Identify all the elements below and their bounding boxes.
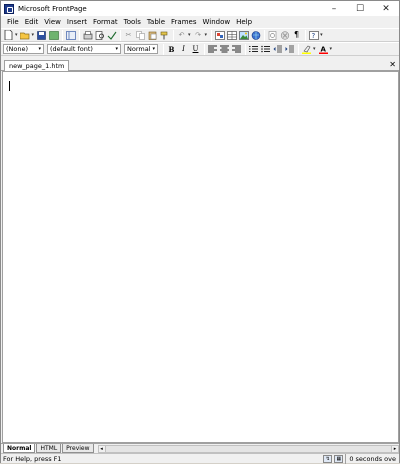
font-size-select-value: Normal: [127, 45, 151, 53]
maximize-button[interactable]: ☐: [347, 1, 373, 16]
underline-icon[interactable]: U: [190, 44, 201, 55]
spelling-icon[interactable]: [106, 30, 117, 41]
publish-icon[interactable]: [48, 30, 59, 41]
font-size-select[interactable]: Normal ▾: [124, 44, 158, 54]
menu-tools[interactable]: Tools: [121, 18, 144, 26]
font-select-value: (default font): [50, 45, 93, 53]
close-document-icon[interactable]: ✕: [389, 59, 396, 71]
highlight-dropdown-icon[interactable]: ▾: [313, 46, 316, 52]
font-color-icon[interactable]: A: [318, 44, 329, 55]
view-tabs: Normal HTML Preview ◂ ▸: [1, 443, 399, 453]
open-dropdown-icon[interactable]: ▾: [32, 32, 35, 38]
open-icon[interactable]: [20, 30, 31, 41]
menu-insert[interactable]: Insert: [64, 18, 90, 26]
style-select-value: (None): [6, 45, 29, 53]
undo-icon[interactable]: ↶: [176, 30, 187, 41]
menu-table[interactable]: Table: [144, 18, 168, 26]
scroll-right-icon[interactable]: ▸: [391, 444, 399, 453]
minimize-button[interactable]: –: [321, 1, 347, 16]
redo-icon[interactable]: ↷: [193, 30, 204, 41]
menu-view[interactable]: View: [41, 18, 64, 26]
help-dropdown-icon[interactable]: ▾: [320, 32, 323, 38]
folder-list-icon[interactable]: [65, 30, 76, 41]
print-preview-icon[interactable]: [94, 30, 105, 41]
highlight-icon[interactable]: [301, 44, 312, 55]
print-icon[interactable]: [82, 30, 93, 41]
horizontal-scrollbar[interactable]: ◂ ▸: [97, 444, 399, 453]
style-select[interactable]: (None) ▾: [3, 44, 44, 54]
bold-icon[interactable]: B: [166, 44, 177, 55]
svg-text:?: ?: [311, 32, 315, 40]
document-tab[interactable]: new_page_1.htm: [4, 60, 70, 71]
download-time-icon: ▦: [334, 454, 344, 463]
font-color-dropdown-icon[interactable]: ▾: [330, 46, 333, 52]
menu-format[interactable]: Format: [90, 18, 121, 26]
align-center-icon[interactable]: [219, 44, 230, 55]
show-all-icon[interactable]: ¶: [291, 30, 302, 41]
scroll-left-icon[interactable]: ◂: [97, 444, 106, 453]
save-icon[interactable]: [36, 30, 47, 41]
increase-indent-icon[interactable]: [284, 44, 295, 55]
bullets-icon[interactable]: [260, 44, 271, 55]
insert-component-icon[interactable]: [214, 30, 225, 41]
download-time-text: 0 seconds ove: [345, 453, 399, 464]
insert-table-icon[interactable]: [226, 30, 237, 41]
numbering-icon[interactable]: [248, 44, 259, 55]
page-editor[interactable]: [2, 71, 399, 443]
italic-icon[interactable]: I: [178, 44, 189, 55]
connection-icon: ↯: [323, 454, 333, 463]
undo-dropdown-icon[interactable]: ▾: [188, 32, 191, 38]
hyperlink-icon[interactable]: [250, 30, 261, 41]
tab-normal[interactable]: Normal: [3, 444, 36, 453]
align-right-icon[interactable]: [231, 44, 242, 55]
close-button[interactable]: ✕: [373, 1, 399, 16]
paste-icon[interactable]: [147, 30, 158, 41]
copy-icon[interactable]: [135, 30, 146, 41]
standard-toolbar: ▾ ▾ ✂ ↶ ▾ ↷ ▾ ¶ ? ▾: [1, 28, 399, 42]
formatting-toolbar: (None) ▾ (default font) ▾ Normal ▾ B I U ▾ …: [1, 42, 399, 56]
menu-frames[interactable]: Frames: [168, 18, 199, 26]
refresh-icon[interactable]: [267, 30, 278, 41]
help-icon[interactable]: ?: [308, 30, 319, 41]
menu-window[interactable]: Window: [199, 18, 233, 26]
align-left-icon[interactable]: [207, 44, 218, 55]
document-tabstrip: new_page_1.htm ✕: [1, 59, 399, 71]
stop-icon[interactable]: [279, 30, 290, 41]
title-bar: Microsoft FrontPage – ☐ ✕: [1, 1, 399, 16]
status-help-text: For Help, press F1: [3, 454, 62, 463]
frontpage-app-icon: [4, 3, 14, 14]
app-window: Microsoft FrontPage – ☐ ✕ File Edit View…: [0, 0, 400, 464]
menu-file[interactable]: File: [4, 18, 22, 26]
status-bar: For Help, press F1 ↯ ▦ 0 seconds ove: [1, 453, 399, 464]
menu-help[interactable]: Help: [233, 18, 255, 26]
format-painter-icon[interactable]: [159, 30, 170, 41]
text-cursor: [9, 81, 10, 91]
decrease-indent-icon[interactable]: [272, 44, 283, 55]
tab-preview[interactable]: Preview: [62, 444, 94, 453]
insert-picture-icon[interactable]: [238, 30, 249, 41]
window-title: Microsoft FrontPage: [18, 4, 87, 13]
svg-text:A: A: [320, 45, 326, 53]
font-select[interactable]: (default font) ▾: [47, 44, 121, 54]
menu-edit[interactable]: Edit: [22, 18, 42, 26]
menu-bar: File Edit View Insert Format Tools Table…: [1, 16, 399, 28]
new-icon[interactable]: [3, 30, 14, 41]
cut-icon[interactable]: ✂: [123, 30, 134, 41]
redo-dropdown-icon[interactable]: ▾: [205, 32, 208, 38]
new-dropdown-icon[interactable]: ▾: [15, 32, 18, 38]
tab-html[interactable]: HTML: [36, 444, 62, 453]
